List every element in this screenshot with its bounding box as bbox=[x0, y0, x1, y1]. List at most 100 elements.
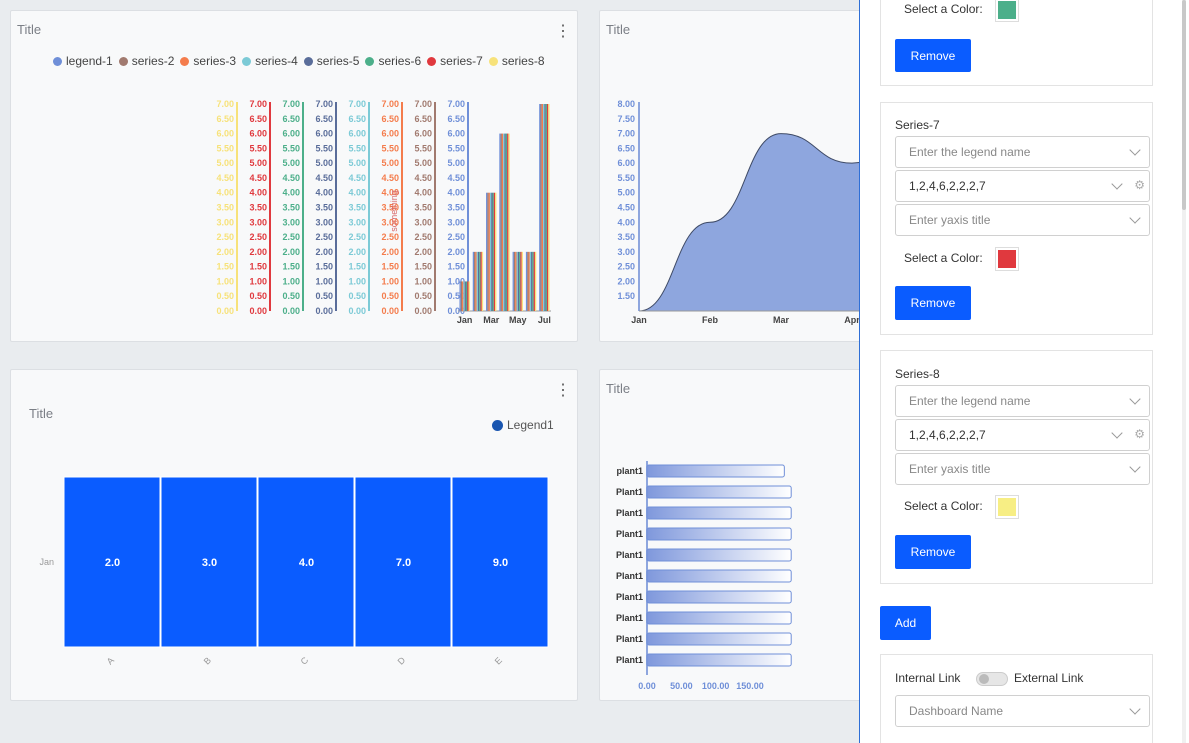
remove-button[interactable]: Remove bbox=[895, 535, 971, 569]
bar bbox=[646, 632, 792, 646]
bar bbox=[646, 548, 792, 562]
y-tick-label: 6.00 bbox=[282, 129, 300, 139]
y-tick-label: 0.50 bbox=[315, 291, 333, 301]
color-swatch[interactable] bbox=[996, 0, 1018, 21]
y-tick-label: 4.00 bbox=[617, 217, 635, 227]
series-data-value: 1,2,4,6,2,2,2,7 bbox=[909, 428, 986, 442]
color-swatch[interactable] bbox=[996, 496, 1018, 518]
y-tick-label: 5.50 bbox=[617, 173, 635, 183]
y-tick-label: 1.00 bbox=[216, 276, 234, 286]
color-label: Select a Color: bbox=[904, 251, 983, 265]
x-tick-label: Feb bbox=[702, 315, 719, 325]
series-data-input[interactable]: 1,2,4,6,2,2,2,7 ⚙ bbox=[895, 170, 1150, 202]
cell-value-label: 2.0 bbox=[105, 557, 120, 569]
yaxis-title-input[interactable]: Enter yaxis title bbox=[895, 204, 1150, 236]
y-tick-label: 7.00 bbox=[617, 129, 635, 139]
gear-icon[interactable]: ⚙ bbox=[1134, 178, 1145, 192]
series-box-8: Series-8 Enter the legend name 1,2,4,6,2… bbox=[880, 350, 1153, 584]
panel-scrollbar[interactable] bbox=[1182, 0, 1186, 743]
y-tick-label: 2.00 bbox=[617, 276, 635, 286]
bar bbox=[528, 251, 530, 311]
y-tick-label: 1.50 bbox=[447, 262, 465, 272]
bar bbox=[505, 133, 508, 311]
x-tick-label: Jan bbox=[631, 315, 647, 325]
legend-name-placeholder: Enter the legend name bbox=[909, 394, 1031, 408]
y-tick-label: 6.50 bbox=[617, 143, 635, 153]
chevron-down-icon bbox=[1129, 144, 1141, 156]
y-tick-label: 5.50 bbox=[381, 143, 399, 153]
bar bbox=[529, 251, 532, 311]
bar bbox=[472, 251, 475, 311]
remove-button[interactable]: Remove bbox=[895, 286, 971, 320]
y-tick-label: 6.50 bbox=[315, 114, 333, 124]
y-tick-label: 4.50 bbox=[414, 173, 432, 183]
y-tick-label: Plant1 bbox=[616, 529, 643, 539]
x-tick-label: E bbox=[493, 655, 504, 666]
y-tick-label: 4.00 bbox=[282, 188, 300, 198]
bar bbox=[512, 251, 514, 311]
yaxis-title-placeholder: Enter yaxis title bbox=[909, 462, 991, 476]
y-tick-label: 2.00 bbox=[282, 247, 300, 257]
y-tick-label: 3.00 bbox=[216, 217, 234, 227]
bar bbox=[516, 251, 518, 311]
x-tick-label: Jan bbox=[457, 315, 473, 325]
yaxis-title-placeholder: Enter yaxis title bbox=[909, 213, 991, 227]
bar bbox=[507, 133, 509, 311]
bar bbox=[646, 485, 792, 499]
chevron-down-icon bbox=[1129, 703, 1141, 715]
y-tick-label: 6.00 bbox=[381, 129, 399, 139]
bar bbox=[525, 251, 528, 311]
y-tick-label: 3.00 bbox=[617, 247, 635, 257]
yaxis-title-input[interactable]: Enter yaxis title bbox=[895, 453, 1150, 485]
gear-icon[interactable]: ⚙ bbox=[1134, 427, 1145, 441]
horizontal-bar-chart: plant1 Plant1 Plant1 Plant1 Plant1 Plant1 Plan… bbox=[616, 461, 792, 691]
y-tick-label: 5.50 bbox=[447, 143, 465, 153]
x-tick-label: 0.00 bbox=[638, 681, 656, 691]
x-tick-label: Jul bbox=[538, 315, 551, 325]
y-tick-label: 2.50 bbox=[617, 262, 635, 272]
y-tick-label: 7.00 bbox=[216, 99, 234, 109]
x-tick-label: Apr bbox=[844, 315, 860, 325]
remove-button[interactable]: Remove bbox=[895, 39, 971, 72]
legend-name-input[interactable]: Enter the legend name bbox=[895, 136, 1150, 168]
bar bbox=[545, 104, 547, 311]
bar bbox=[465, 281, 468, 311]
color-swatch[interactable] bbox=[996, 248, 1018, 270]
y-tick-label: 4.50 bbox=[216, 173, 234, 183]
y-tick-label: 6.50 bbox=[249, 114, 267, 124]
y-tick-label: 3.50 bbox=[315, 203, 333, 213]
y-tick-label: 2.00 bbox=[414, 247, 432, 257]
legend-name-input[interactable]: Enter the legend name bbox=[895, 385, 1150, 417]
x-tick-label: A bbox=[105, 655, 116, 666]
y-tick-label: 0.00 bbox=[249, 306, 267, 316]
y-tick-label: 7.00 bbox=[348, 99, 366, 109]
y-tick-label: 4.00 bbox=[315, 188, 333, 198]
cell-value-label: 4.0 bbox=[299, 557, 314, 569]
series-label: Series-8 bbox=[895, 367, 940, 381]
bar bbox=[464, 281, 466, 311]
series-data-input[interactable]: 1,2,4,6,2,2,2,7 ⚙ bbox=[895, 419, 1150, 451]
add-series-button[interactable]: Add bbox=[880, 606, 931, 640]
bar bbox=[503, 133, 505, 311]
y-tick-label: plant1 bbox=[616, 466, 643, 476]
link-settings-box: Internal Link External Link Dashboard Na… bbox=[880, 654, 1153, 743]
scroll-thumb[interactable] bbox=[1182, 0, 1186, 210]
y-tick-label: 5.00 bbox=[381, 158, 399, 168]
dashboard-name-select[interactable]: Dashboard Name bbox=[895, 695, 1150, 727]
series-label: Series-7 bbox=[895, 118, 940, 132]
chevron-down-icon bbox=[1111, 427, 1123, 439]
y-tick-label: 6.50 bbox=[414, 114, 432, 124]
y-tick-label: 3.00 bbox=[315, 217, 333, 227]
y-tick-label: 4.00 bbox=[216, 188, 234, 198]
y-tick-label: 7.00 bbox=[414, 99, 432, 109]
link-type-toggle[interactable] bbox=[976, 672, 1008, 686]
series-data-value: 1,2,4,6,2,2,2,7 bbox=[909, 179, 986, 193]
y-tick-label: 1.50 bbox=[216, 262, 234, 272]
bar bbox=[527, 251, 529, 311]
y-tick-label: Plant1 bbox=[616, 508, 643, 518]
bar bbox=[519, 251, 521, 311]
legend-name-placeholder: Enter the legend name bbox=[909, 145, 1031, 159]
area-chart: 8.00 7.50 7.00 6.50 6.00 5.50 5.00 4.50 4.00 3.50… bbox=[617, 99, 875, 325]
bar bbox=[508, 133, 510, 311]
bar bbox=[546, 104, 549, 311]
